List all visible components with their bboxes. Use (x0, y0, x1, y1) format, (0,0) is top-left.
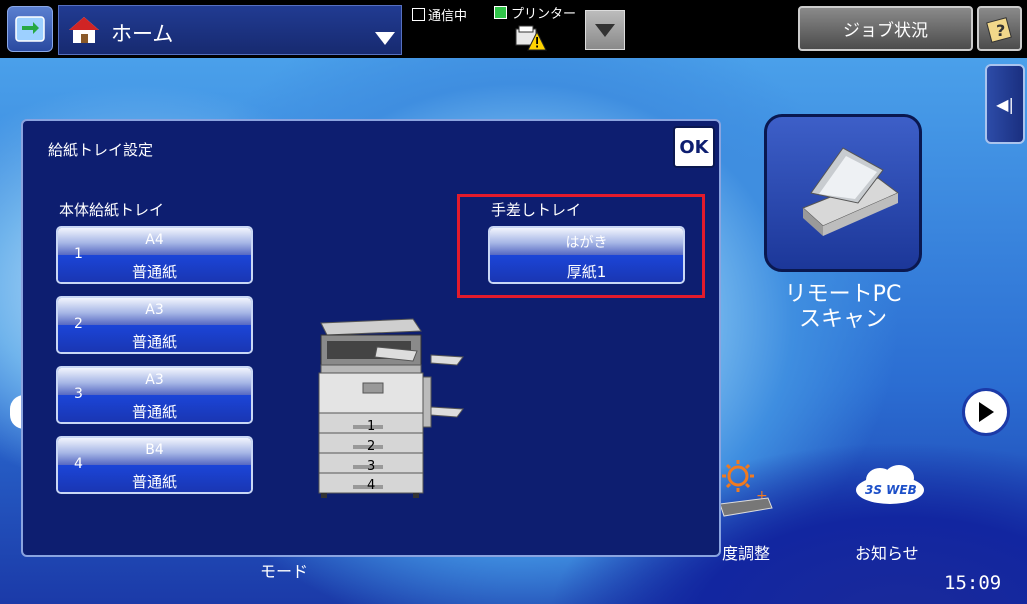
comm-status: 通信中 (412, 5, 467, 24)
home-dropdown[interactable]: ホーム (58, 5, 402, 55)
help-button[interactable]: ? (977, 6, 1022, 51)
tray-number: 2 (74, 316, 83, 332)
tray-paper-size: B4 (145, 442, 164, 458)
bypass-paper-type: 厚紙1 (566, 263, 607, 281)
scanner-icon (802, 147, 899, 236)
dialog-title: 給紙トレイ設定 (48, 141, 154, 159)
news-label: お知らせ (855, 544, 919, 563)
tray-button-1[interactable]: 1 A4 普通紙 (56, 226, 253, 284)
ok-button[interactable]: OK (673, 126, 715, 168)
home-label: ホーム (111, 22, 174, 46)
svg-text:?: ? (996, 21, 1005, 40)
tray-paper-size: A3 (145, 302, 164, 318)
tray-paper-type: 普通紙 (131, 473, 177, 491)
chevron-down-icon (375, 32, 395, 45)
status-dropdown-button[interactable] (585, 10, 625, 50)
next-page-button[interactable] (962, 388, 1010, 436)
bypass-paper-size: はがき (565, 235, 608, 251)
brightness-label: 度調整 (722, 544, 771, 563)
collapse-arrow-icon: ◀| (996, 94, 1014, 114)
tray-number: 3 (74, 386, 83, 402)
copier-tray-number: 3 (367, 459, 375, 474)
printer-ready-icon (494, 6, 507, 19)
brightness-icon[interactable]: + (716, 458, 774, 520)
paper-tray-settings-dialog: 給紙トレイ設定 OK 本体給紙トレイ 1 A4 普通紙 2 A3 普通紙 3 A… (21, 119, 721, 557)
copier-tray-number: 4 (367, 478, 375, 493)
top-bar: ホーム 通信中 プリンター ジョブ状況 ? (0, 0, 1027, 58)
web-logo-text: 3S WEB (865, 483, 917, 497)
copier-tray-number: 2 (367, 439, 375, 454)
tray-button-4[interactable]: 4 B4 普通紙 (56, 436, 253, 494)
tray-paper-type: 普通紙 (131, 333, 177, 351)
tray-number: 4 (74, 456, 83, 472)
tray-number: 1 (74, 246, 83, 262)
tray-paper-size: A4 (145, 232, 164, 248)
job-status-button[interactable]: ジョブ状況 (798, 6, 973, 51)
remote-pc-scan-label: リモートPC スキャン (784, 282, 902, 332)
checkbox-icon (412, 8, 425, 21)
copier-illustration: 1 2 3 4 (318, 318, 464, 498)
play-arrow-icon (979, 402, 994, 422)
tray-paper-type: 普通紙 (131, 263, 177, 281)
main-trays-label: 本体給紙トレイ (59, 201, 165, 219)
remote-pc-scan-button[interactable] (764, 114, 922, 272)
home-icon (69, 17, 99, 43)
web-cloud-icon[interactable]: 3S WEB (853, 462, 927, 508)
printer-status: プリンター (494, 3, 576, 22)
mode-label: モード (260, 562, 309, 581)
tray-paper-size: A3 (145, 372, 164, 388)
copier-tray-number: 1 (367, 419, 375, 434)
help-icon: ? (985, 16, 1012, 43)
clock: 15:09 (944, 572, 1002, 594)
bypass-tray-button[interactable]: はがき 厚紙1 (488, 226, 685, 284)
tray-paper-type: 普通紙 (131, 403, 177, 421)
printer-warning-icon[interactable] (513, 24, 547, 52)
tray-button-3[interactable]: 3 A3 普通紙 (56, 366, 253, 424)
side-panel-toggle[interactable]: ◀| (985, 64, 1025, 144)
mode-switch-icon[interactable] (7, 6, 53, 52)
tray-button-2[interactable]: 2 A3 普通紙 (56, 296, 253, 354)
bypass-tray-label: 手差しトレイ (491, 201, 582, 219)
